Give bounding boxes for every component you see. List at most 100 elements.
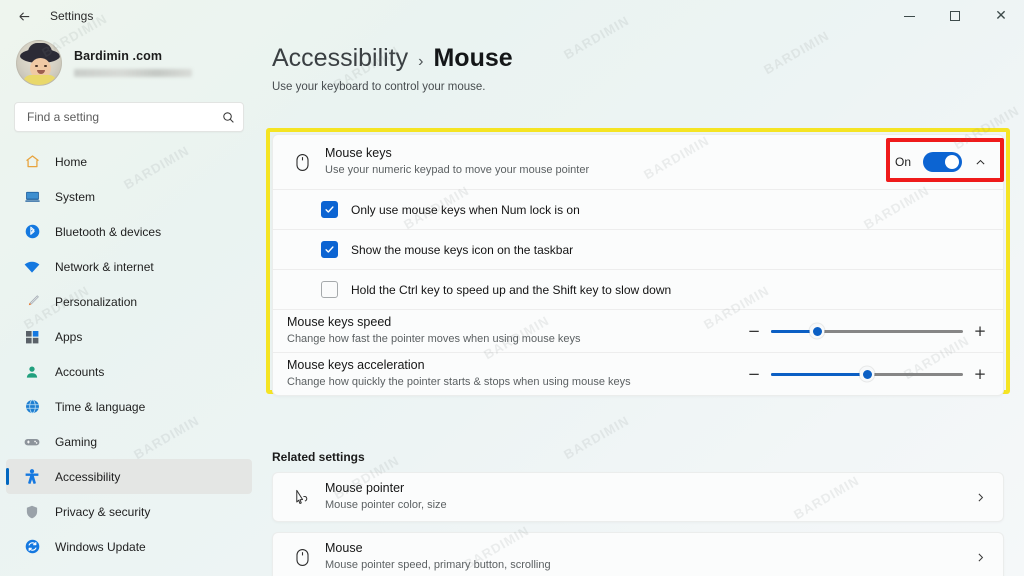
mouse-keys-acceleration-slider[interactable]: − +	[747, 366, 987, 382]
minimize-icon	[903, 15, 915, 17]
slider-track[interactable]	[771, 323, 963, 339]
related-item-title: Mouse pointer	[325, 481, 405, 496]
checkbox-row-taskbar-icon[interactable]: Show the mouse keys icon on the taskbar	[273, 229, 1003, 269]
privacy-security-icon	[22, 502, 42, 522]
slider-fill	[771, 372, 867, 376]
related-item-description: Mouse pointer speed, primary button, scr…	[325, 558, 551, 571]
sidebar-item-bluetooth-devices[interactable]: Bluetooth & devices	[6, 214, 252, 249]
mouse-keys-toggle-label: On	[894, 155, 911, 169]
windows-update-icon	[22, 537, 42, 557]
toggle-knob	[945, 155, 959, 169]
related-item-mouse[interactable]: Mouse Mouse pointer speed, primary butto…	[272, 532, 1004, 576]
account-block[interactable]: Bardimin .com	[0, 32, 258, 94]
accounts-icon	[22, 362, 42, 382]
close-icon: ✕	[995, 8, 1007, 24]
related-item-description: Mouse pointer color, size	[325, 498, 447, 511]
window-title: Settings	[50, 9, 94, 23]
acceleration-texts: Mouse keys acceleration Change how quick…	[287, 358, 747, 389]
account-name: Bardimin .com	[74, 49, 163, 63]
mouse-icon	[287, 548, 317, 567]
slider-title: Mouse keys acceleration	[287, 358, 425, 373]
minus-icon[interactable]: −	[747, 323, 761, 339]
search-icon	[222, 111, 235, 124]
sidebar-item-gaming[interactable]: Gaming	[6, 424, 252, 459]
sidebar-item-privacy-security[interactable]: Privacy & security	[6, 494, 252, 529]
sidebar-item-label: Privacy & security	[55, 504, 151, 519]
minimize-button[interactable]	[886, 0, 932, 32]
sidebar-item-label: System	[55, 189, 96, 204]
related-settings-heading: Related settings	[272, 450, 365, 464]
checkbox-label: Only use mouse keys when Num lock is on	[351, 202, 580, 217]
checkbox-row-numlock[interactable]: Only use mouse keys when Num lock is on	[273, 189, 1003, 229]
related-item-title: Mouse	[325, 541, 363, 556]
mouse-texts: Mouse Mouse pointer speed, primary butto…	[325, 541, 974, 572]
search-input[interactable]	[27, 110, 222, 124]
sidebar-item-label: Bluetooth & devices	[55, 224, 162, 239]
mouse-keys-title: Mouse keys	[325, 146, 392, 161]
sidebar-item-label: Windows Update	[55, 539, 146, 554]
plus-icon[interactable]: +	[973, 366, 987, 382]
back-arrow-icon	[17, 9, 32, 24]
checkbox-taskbar-icon[interactable]	[321, 241, 338, 258]
mouse-keys-controls: On	[895, 152, 987, 172]
sidebar-item-label: Accessibility	[55, 469, 121, 484]
time-language-icon	[22, 397, 42, 417]
related-item-mouse-pointer[interactable]: Mouse pointer Mouse pointer color, size	[272, 472, 1004, 522]
close-button[interactable]: ✕	[978, 0, 1024, 32]
checkbox-label: Hold the Ctrl key to speed up and the Sh…	[351, 282, 672, 297]
breadcrumb: Accessibility › Mouse	[272, 44, 1000, 73]
checkbox-ctrl-shift[interactable]	[321, 281, 338, 298]
maximize-button[interactable]	[932, 0, 978, 32]
mouse-pointer-icon	[287, 488, 317, 506]
back-button[interactable]	[8, 0, 40, 32]
sidebar-item-label: Accounts	[55, 364, 105, 379]
mouse-keys-description: Use your numeric keypad to move your mou…	[325, 163, 590, 176]
sidebar-item-home[interactable]: Home	[6, 144, 252, 179]
sidebar-item-label: Gaming	[55, 434, 98, 449]
mouse-icon	[287, 153, 317, 172]
personalization-icon	[22, 292, 42, 312]
plus-icon[interactable]: +	[973, 323, 987, 339]
checkbox-row-ctrl-shift[interactable]: Hold the Ctrl key to speed up and the Sh…	[273, 269, 1003, 309]
sidebar-item-accounts[interactable]: Accounts	[6, 354, 252, 389]
mouse-keys-header-row[interactable]: Mouse keys Use your numeric keypad to mo…	[273, 135, 1003, 189]
gaming-icon	[22, 432, 42, 452]
maximize-icon	[950, 11, 960, 21]
apps-icon	[22, 327, 42, 347]
sidebar-item-label: Network & internet	[55, 259, 154, 274]
breadcrumb-parent[interactable]: Accessibility	[272, 44, 408, 73]
mouse-keys-texts: Mouse keys Use your numeric keypad to mo…	[325, 146, 895, 177]
slider-description: Change how fast the pointer moves when u…	[287, 332, 581, 345]
avatar	[16, 40, 62, 86]
slider-description: Change how quickly the pointer starts & …	[287, 375, 631, 388]
window-controls: ✕	[886, 0, 1024, 32]
minus-icon[interactable]: −	[747, 366, 761, 382]
checkbox-numlock[interactable]	[321, 201, 338, 218]
search-box[interactable]	[14, 102, 244, 132]
checkbox-label: Show the mouse keys icon on the taskbar	[351, 242, 574, 257]
breadcrumb-separator-icon: ›	[418, 53, 424, 70]
sidebar-item-windows-update[interactable]: Windows Update	[6, 529, 252, 564]
slider-thumb[interactable]	[859, 366, 875, 382]
sidebar: Bardimin .com Find a setting Home System…	[0, 32, 258, 576]
slider-row-acceleration: Mouse keys acceleration Change how quick…	[273, 352, 1003, 395]
sidebar-item-apps[interactable]: Apps	[6, 319, 252, 354]
accessibility-icon	[22, 467, 42, 487]
title-bar: Settings ✕	[0, 0, 1024, 32]
mouse-keys-speed-slider[interactable]: − +	[747, 323, 987, 339]
mouse-keys-card: Mouse keys Use your numeric keypad to mo…	[272, 134, 1004, 396]
sidebar-item-label: Personalization	[55, 294, 138, 309]
sidebar-item-label: Apps	[55, 329, 83, 344]
sidebar-item-personalization[interactable]: Personalization	[6, 284, 252, 319]
sidebar-item-network-internet[interactable]: Network & internet	[6, 249, 252, 284]
sidebar-item-time-language[interactable]: Time & language	[6, 389, 252, 424]
page-subtitle: Use your keyboard to control your mouse.	[272, 81, 486, 93]
sidebar-item-system[interactable]: System	[6, 179, 252, 214]
slider-track[interactable]	[771, 366, 963, 382]
chevron-up-icon[interactable]	[974, 156, 987, 169]
sidebar-item-accessibility[interactable]: Accessibility	[6, 459, 252, 494]
system-icon	[22, 187, 42, 207]
mouse-keys-toggle[interactable]	[923, 152, 962, 172]
account-info: Bardimin .com	[74, 49, 192, 77]
slider-thumb[interactable]	[809, 323, 825, 339]
